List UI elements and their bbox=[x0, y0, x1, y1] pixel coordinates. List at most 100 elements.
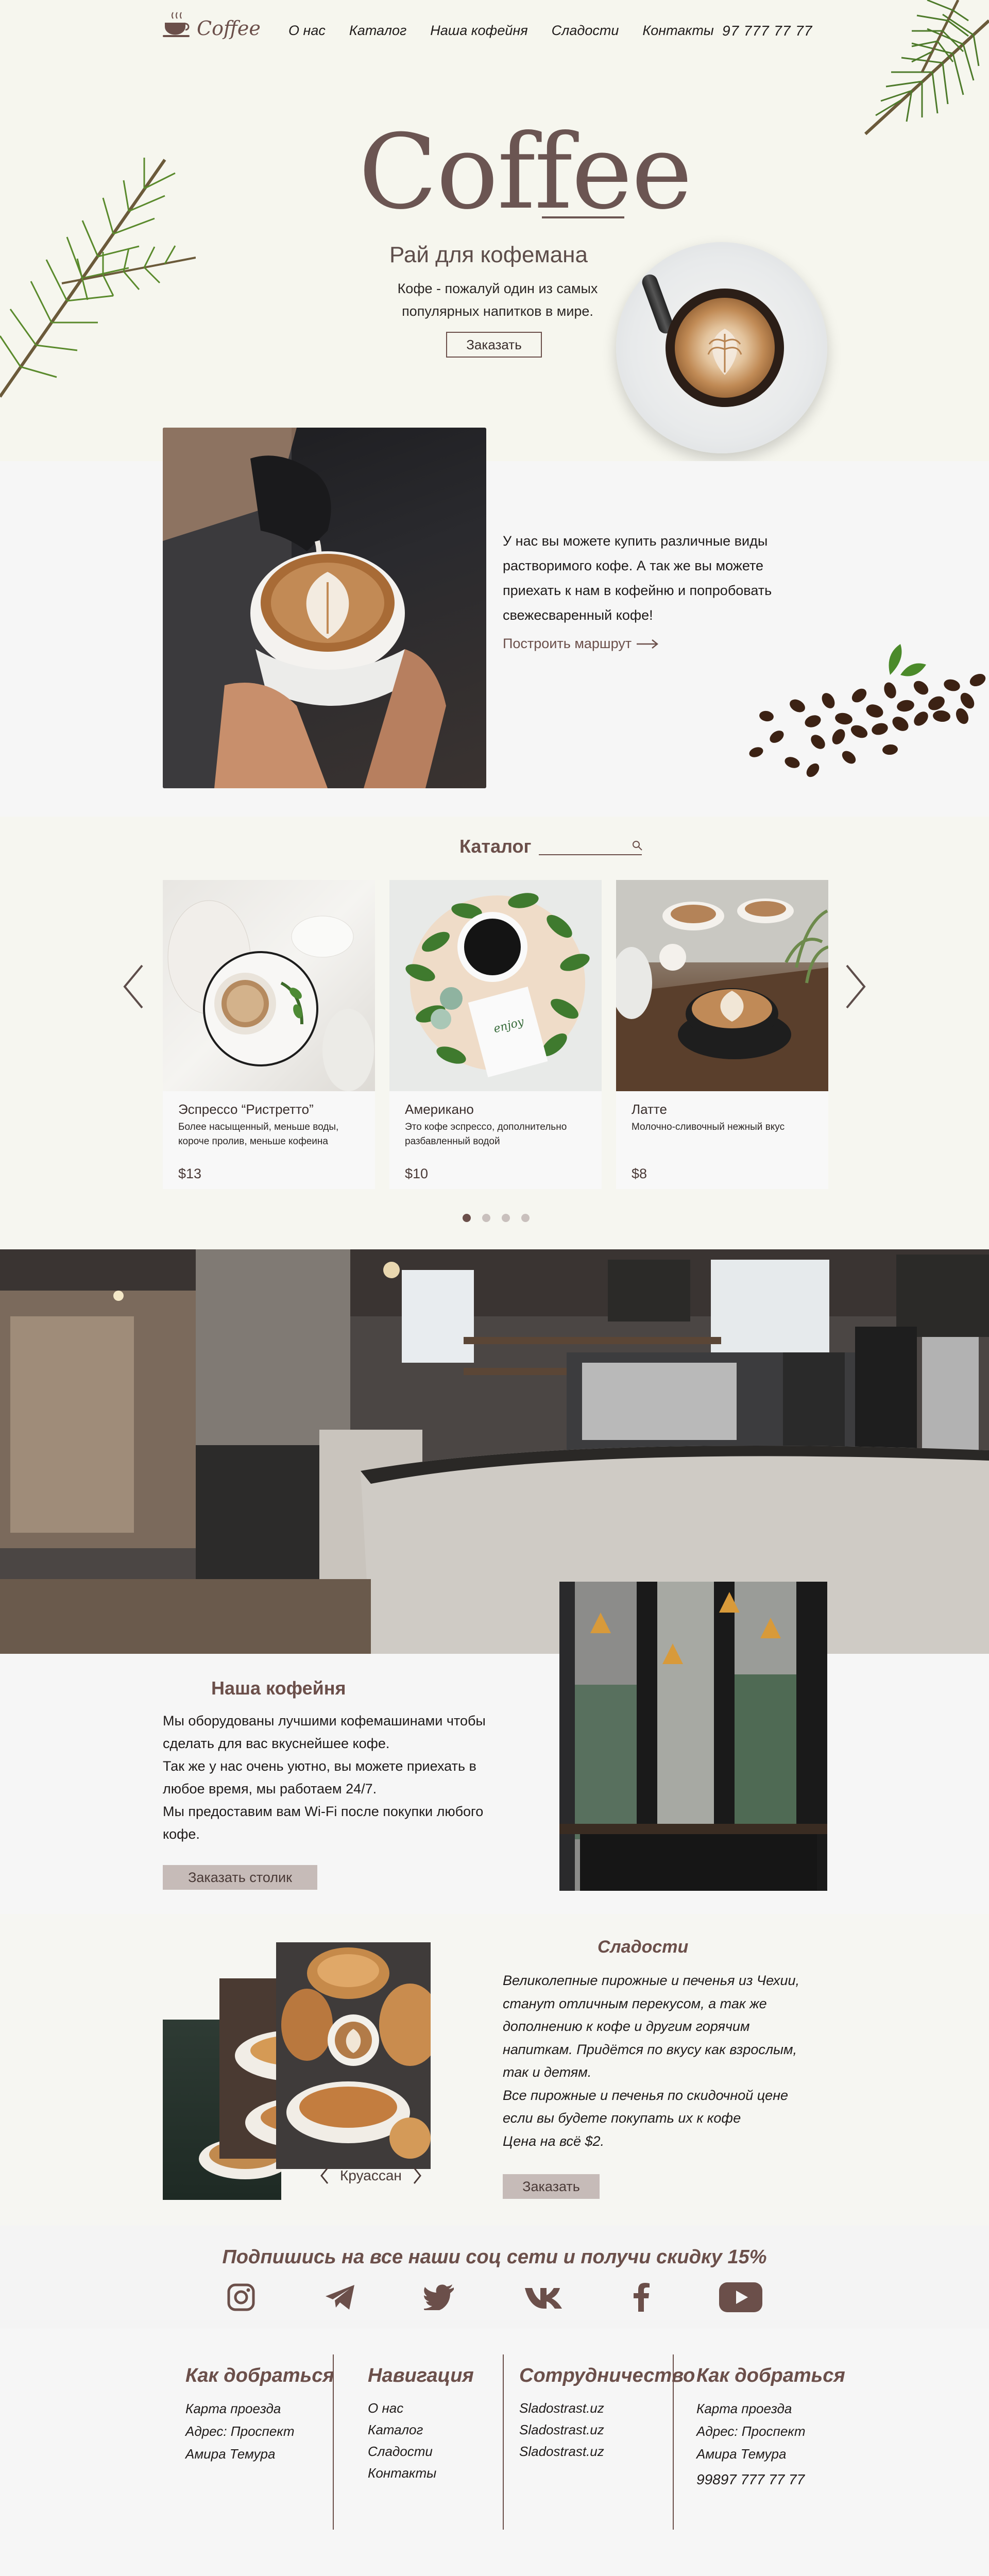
latte-art-image bbox=[675, 298, 775, 398]
footer-partner-link[interactable]: Sladostrast.uz bbox=[519, 2441, 695, 2462]
footer-line: Амира Темура bbox=[696, 2446, 787, 2462]
sweets-carousel-nav: Круассан bbox=[319, 2167, 422, 2184]
pagination-dot-3[interactable] bbox=[502, 1214, 510, 1222]
hero-title: Coffee bbox=[359, 112, 692, 232]
coffee-beans-image bbox=[749, 644, 986, 777]
pine-branch-left bbox=[0, 158, 196, 398]
footer-heading: Навигация bbox=[368, 2365, 474, 2386]
card-description: Молочно-сливочный нежный вкус bbox=[632, 1122, 785, 1132]
card-title: Американо bbox=[405, 1101, 474, 1117]
sweets-paragraph: Все пирожные и печенья по скидочной цене… bbox=[503, 2087, 789, 2126]
footer-partner-link[interactable]: Sladostrast.uz bbox=[519, 2419, 695, 2441]
ristretto-image bbox=[163, 880, 375, 1091]
youtube-icon[interactable] bbox=[719, 2282, 762, 2312]
search-icon[interactable] bbox=[632, 840, 643, 851]
catalog-prev-arrow[interactable] bbox=[121, 963, 146, 1010]
social-section bbox=[0, 2226, 989, 2329]
pagination-dot-1[interactable] bbox=[463, 1214, 471, 1222]
sweets-paragraph: Великолепные пирожные и печенья из Чехии… bbox=[503, 1973, 799, 2080]
cafe-paragraph: Мы оборудованы лучшими кофемашинами чтоб… bbox=[163, 1713, 486, 1751]
latte-pour-photo bbox=[163, 428, 486, 788]
catalog-pagination bbox=[463, 1214, 530, 1222]
sweets-order-button[interactable]: Заказать bbox=[503, 2174, 600, 2199]
card-price: $13 bbox=[178, 1166, 202, 1181]
cafe-paragraph: Так же у нас очень уютно, вы можете прие… bbox=[163, 1758, 476, 1797]
route-link[interactable]: Построить маршрут bbox=[503, 636, 659, 652]
footer-link-about[interactable]: О нас bbox=[368, 2397, 474, 2419]
footer-column-directions: Как добраться Карта проезда Адрес: Просп… bbox=[185, 2365, 334, 2465]
footer-column-navigation: Навигация О нас Каталог Сладости Контакт… bbox=[368, 2365, 474, 2484]
sweets-paragraph: Цена на всё $2. bbox=[503, 2133, 605, 2149]
logo-text: Coffee bbox=[197, 17, 261, 40]
hero-description: Кофе - пожалуй один из самых популярных … bbox=[397, 281, 598, 319]
sweets-section bbox=[0, 1914, 989, 2226]
chevron-left-icon[interactable] bbox=[319, 2167, 330, 2184]
footer-divider bbox=[503, 2354, 504, 2530]
footer-divider bbox=[673, 2354, 674, 2530]
nav-item-sweets[interactable]: Сладости bbox=[552, 23, 619, 39]
hero-section: Coffee О нас Каталог Наша кофейня Сладос… bbox=[0, 0, 989, 461]
footer-heading: Как добраться bbox=[696, 2365, 845, 2386]
nav-item-about[interactable]: О нас bbox=[288, 23, 326, 39]
social-icons bbox=[227, 2282, 762, 2312]
cafe-window-photo bbox=[559, 1582, 827, 1891]
card-price: $8 bbox=[632, 1166, 647, 1181]
footer-line: Адрес: Проспект bbox=[185, 2424, 295, 2439]
nav-item-contacts[interactable]: Контакты bbox=[642, 23, 713, 39]
pagination-dot-4[interactable] bbox=[521, 1214, 530, 1222]
pine-branch-top-right bbox=[864, 0, 989, 135]
social-title: Подпишись на все наши соц сети и получи … bbox=[222, 2246, 767, 2268]
catalog-card-latte[interactable]: Латте Молочно-сливочный нежный вкус $8 bbox=[616, 880, 828, 1189]
main-nav: О нас Каталог Наша кофейня Сладости Конт… bbox=[288, 23, 714, 39]
footer-heading: Как добраться bbox=[185, 2365, 334, 2386]
footer-link-contacts[interactable]: Контакты bbox=[368, 2462, 474, 2484]
catalog-next-arrow[interactable] bbox=[843, 963, 868, 1010]
footer-link-catalog[interactable]: Каталог bbox=[368, 2419, 474, 2441]
footer-column-partnership: Сотрудничество Sladostrast.uz Sladostras… bbox=[519, 2365, 695, 2462]
cafe-interior-photo bbox=[0, 1249, 989, 1654]
latte-image bbox=[616, 880, 828, 1091]
catalog-card-ristretto[interactable]: Эспрессо “Ристретто” Более насыщенный, м… bbox=[163, 880, 375, 1189]
chevron-right-icon[interactable] bbox=[412, 2167, 422, 2184]
header-phone[interactable]: 97 777 77 77 bbox=[722, 23, 813, 39]
arrow-right-icon bbox=[637, 639, 659, 649]
card-description: Более насыщенный, меньше воды, короче пр… bbox=[178, 1122, 339, 1147]
catalog-search-input[interactable] bbox=[539, 842, 642, 855]
vk-icon[interactable] bbox=[524, 2286, 565, 2309]
footer-phone[interactable]: 99897 777 77 77 bbox=[696, 2468, 845, 2491]
sweets-title: Сладости bbox=[598, 1937, 689, 1957]
sweets-current-item: Круассан bbox=[340, 2167, 402, 2183]
nav-item-catalog[interactable]: Каталог bbox=[349, 23, 406, 39]
footer-line[interactable]: Карта проезда bbox=[696, 2397, 845, 2420]
twitter-icon[interactable] bbox=[424, 2284, 455, 2310]
book-table-button[interactable]: Заказать столик bbox=[163, 1865, 317, 1890]
card-title: Эспрессо “Ристретто” bbox=[178, 1101, 314, 1117]
hero-title-underline bbox=[542, 216, 624, 218]
instagram-icon[interactable] bbox=[227, 2283, 255, 2312]
footer-link-sweets[interactable]: Сладости bbox=[368, 2441, 474, 2462]
facebook-icon[interactable] bbox=[634, 2283, 650, 2312]
card-price: $10 bbox=[405, 1166, 429, 1181]
footer-line: Адрес: Проспект bbox=[696, 2424, 806, 2439]
sweets-photo-front bbox=[276, 1942, 441, 2169]
footer-column-contacts: Как добраться Карта проезда Адрес: Просп… bbox=[696, 2365, 845, 2491]
footer-heading: Сотрудничество bbox=[519, 2365, 695, 2386]
telegram-icon[interactable] bbox=[325, 2284, 355, 2311]
card-title: Латте bbox=[632, 1101, 667, 1117]
footer-partner-link[interactable]: Sladostrast.uz bbox=[519, 2397, 695, 2419]
nav-item-cafe[interactable]: Наша кофейня bbox=[430, 23, 527, 39]
about-text: У нас вы можете купить различные виды ра… bbox=[503, 533, 772, 623]
pagination-dot-2[interactable] bbox=[482, 1214, 490, 1222]
cafe-title: Наша кофейня bbox=[211, 1677, 346, 1699]
footer-line[interactable]: Карта проезда bbox=[185, 2397, 334, 2420]
sweets-text: Великолепные пирожные и печенья из Чехии… bbox=[503, 1969, 822, 2153]
catalog-card-americano[interactable]: enjoy Американо Это кофе эспрессо, допол… bbox=[389, 880, 602, 1189]
catalog-title: Каталог bbox=[459, 836, 532, 857]
coffee-cup-icon bbox=[163, 12, 190, 37]
card-description: Это кофе эспрессо, дополнительно разбавл… bbox=[405, 1122, 567, 1147]
americano-image: enjoy bbox=[389, 880, 602, 1091]
cafe-paragraph: Мы предоставим вам Wi-Fi после покупки л… bbox=[163, 1804, 484, 1842]
logo[interactable]: Coffee bbox=[163, 11, 261, 38]
hero-order-button[interactable]: Заказать bbox=[446, 332, 542, 358]
footer-divider bbox=[333, 2354, 334, 2530]
